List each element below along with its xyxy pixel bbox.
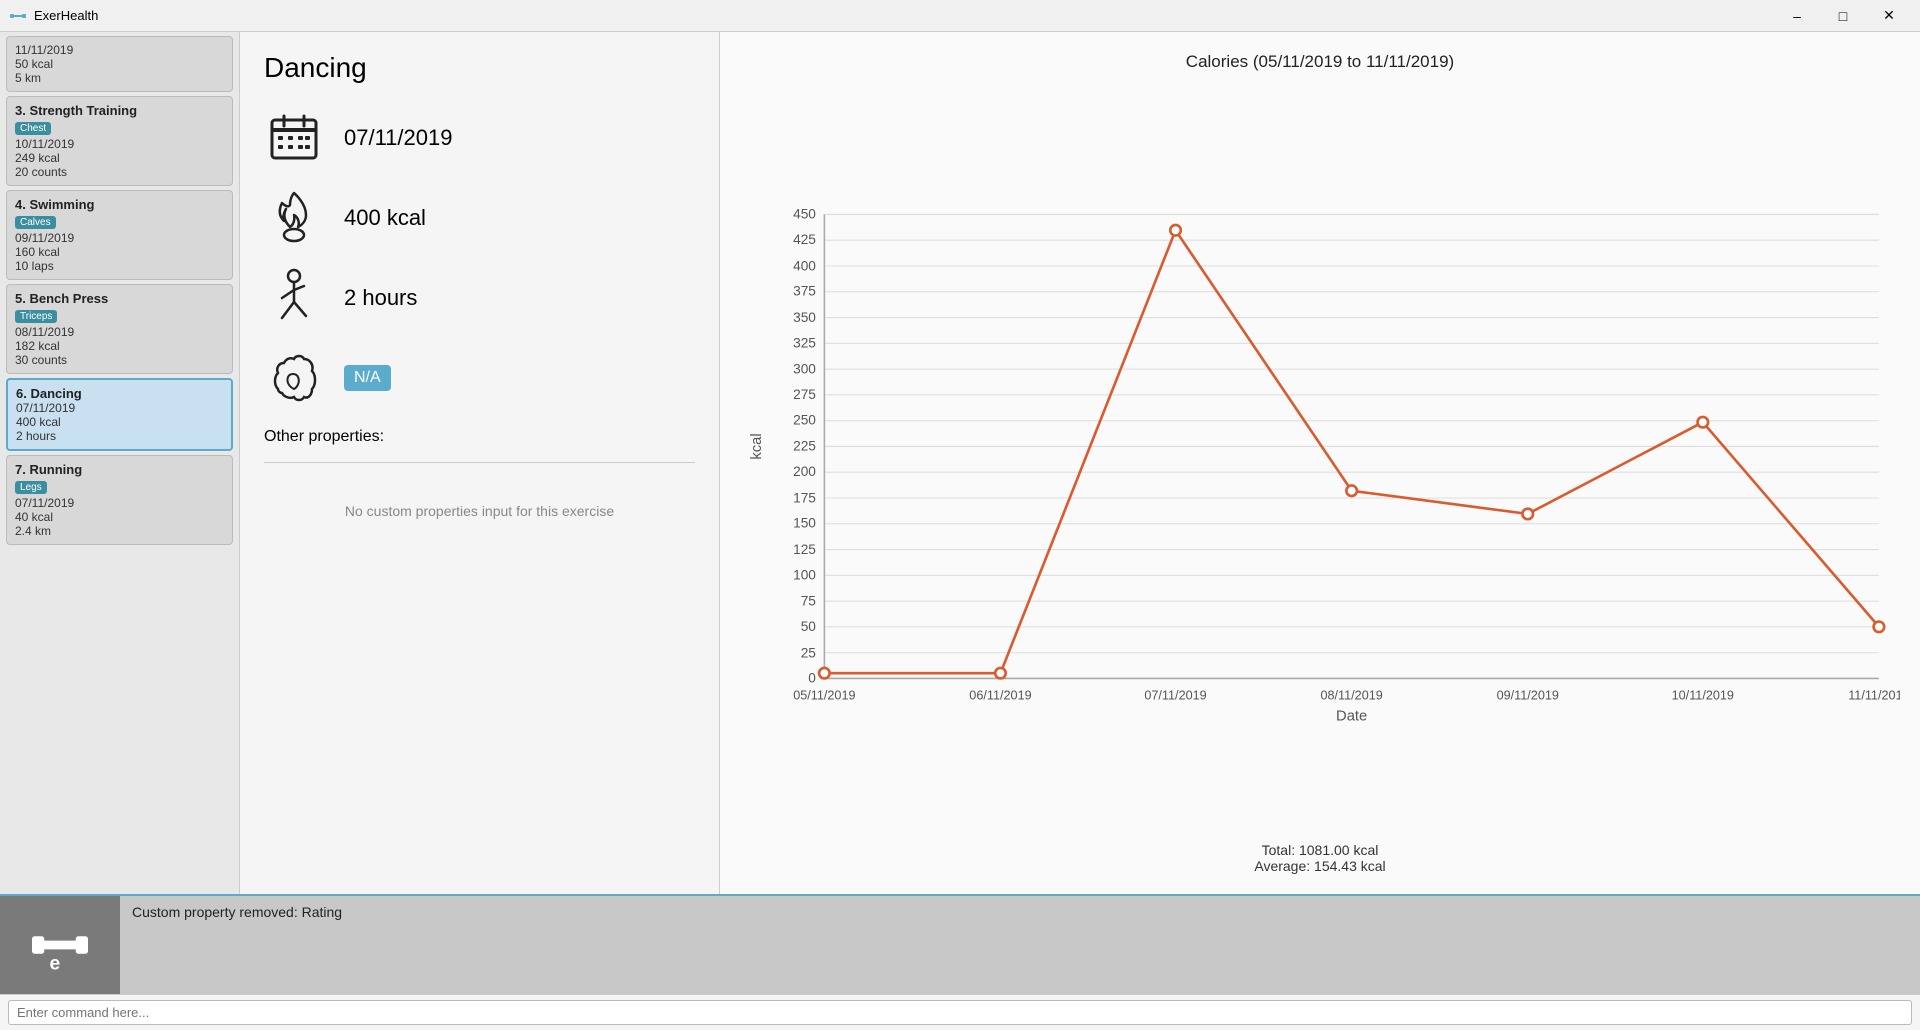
list-item-swimming[interactable]: 4. Swimming Calves 09/11/2019 160 kcal 1… <box>6 190 233 280</box>
dance-icon <box>264 268 324 328</box>
detail-calories-row: 400 kcal <box>264 188 695 248</box>
detail-panel: Dancing 07/11/2019 <box>240 32 720 894</box>
chart-panel: Calories (05/11/2019 to 11/11/2019) <box>720 32 1920 894</box>
svg-text:11/11/2019: 11/11/2019 <box>1848 689 1900 703</box>
list-item-strength-training[interactable]: 3. Strength Training Chest 10/11/2019 24… <box>6 96 233 186</box>
command-bar <box>0 994 1920 1030</box>
svg-text:450: 450 <box>793 207 816 222</box>
main-area: 11/11/2019 50 kcal 5 km 3. Strength Trai… <box>0 32 1920 894</box>
svg-text:175: 175 <box>793 490 816 505</box>
chart-title: Calories (05/11/2019 to 11/11/2019) <box>740 52 1900 72</box>
log-bar: e Custom property removed: Rating <box>0 894 1920 994</box>
svg-text:25: 25 <box>801 645 817 660</box>
flame-icon <box>264 188 324 248</box>
svg-text:350: 350 <box>793 310 816 325</box>
svg-text:06/11/2019: 06/11/2019 <box>969 689 1031 703</box>
window-controls: – □ ✕ <box>1774 0 1912 32</box>
svg-text:08/11/2019: 08/11/2019 <box>1320 689 1382 703</box>
list-item-running[interactable]: 7. Running Legs 07/11/2019 40 kcal 2.4 k… <box>6 455 233 545</box>
svg-text:05/11/2019: 05/11/2019 <box>793 689 855 703</box>
detail-duration-value: 2 hours <box>344 285 417 311</box>
svg-text:e: e <box>50 954 61 975</box>
sidebar: 11/11/2019 50 kcal 5 km 3. Strength Trai… <box>0 32 240 894</box>
svg-text:200: 200 <box>793 464 816 479</box>
detail-muscle-value: N/A <box>344 365 391 391</box>
svg-text:225: 225 <box>793 439 816 454</box>
list-item-dancing[interactable]: 6. Dancing 07/11/2019 400 kcal 2 hours <box>6 378 233 451</box>
detail-title: Dancing <box>264 52 695 84</box>
svg-text:400: 400 <box>793 258 816 273</box>
svg-text:250: 250 <box>793 412 816 427</box>
maximize-button[interactable]: □ <box>1820 0 1866 32</box>
log-content: Custom property removed: Rating <box>120 896 1920 994</box>
close-button[interactable]: ✕ <box>1866 0 1912 32</box>
svg-text:325: 325 <box>793 335 816 350</box>
other-props-title: Other properties: <box>264 428 695 446</box>
detail-date-row: 07/11/2019 <box>264 108 695 168</box>
svg-text:kcal: kcal <box>749 433 765 459</box>
detail-calories-value: 400 kcal <box>344 205 426 231</box>
list-item[interactable]: 11/11/2019 50 kcal 5 km <box>6 36 233 92</box>
title-bar: ExerHealth – □ ✕ <box>0 0 1920 32</box>
detail-duration-row: 2 hours <box>264 268 695 328</box>
chart-stats: Total: 1081.00 kcal Average: 154.43 kcal <box>740 842 1900 874</box>
svg-text:125: 125 <box>793 542 816 557</box>
svg-text:425: 425 <box>793 232 816 247</box>
muscle-icon <box>264 348 324 408</box>
svg-text:09/11/2019: 09/11/2019 <box>1497 689 1559 703</box>
svg-text:75: 75 <box>801 594 817 609</box>
svg-text:0: 0 <box>808 671 816 686</box>
svg-text:Date: Date <box>1336 709 1367 725</box>
minimize-button[interactable]: – <box>1774 0 1820 32</box>
no-props-text: No custom properties input for this exer… <box>264 503 695 519</box>
calendar-icon <box>264 108 324 168</box>
svg-text:50: 50 <box>801 619 817 634</box>
app-logo: e <box>0 896 120 994</box>
svg-text:07/11/2019: 07/11/2019 <box>1144 689 1206 703</box>
chart-total: Total: 1081.00 kcal <box>740 842 1900 858</box>
props-divider <box>264 462 695 463</box>
chart-area: 0 25 50 75 100 125 150 175 200 225 250 2… <box>740 82 1900 832</box>
list-item-bench-press[interactable]: 5. Bench Press Triceps 08/11/2019 182 kc… <box>6 284 233 374</box>
detail-date-value: 07/11/2019 <box>344 125 452 151</box>
svg-text:375: 375 <box>793 284 816 299</box>
svg-text:150: 150 <box>793 516 816 531</box>
svg-text:100: 100 <box>793 567 816 582</box>
app-title: ExerHealth <box>34 8 1774 23</box>
detail-muscle-row: N/A <box>264 348 695 408</box>
svg-text:275: 275 <box>793 387 816 402</box>
svg-text:10/11/2019: 10/11/2019 <box>1672 689 1734 703</box>
log-message: Custom property removed: Rating <box>132 904 1908 920</box>
chart-average: Average: 154.43 kcal <box>740 858 1900 874</box>
svg-text:300: 300 <box>793 362 816 377</box>
app-icon <box>8 6 28 26</box>
command-input[interactable] <box>8 1000 1912 1025</box>
